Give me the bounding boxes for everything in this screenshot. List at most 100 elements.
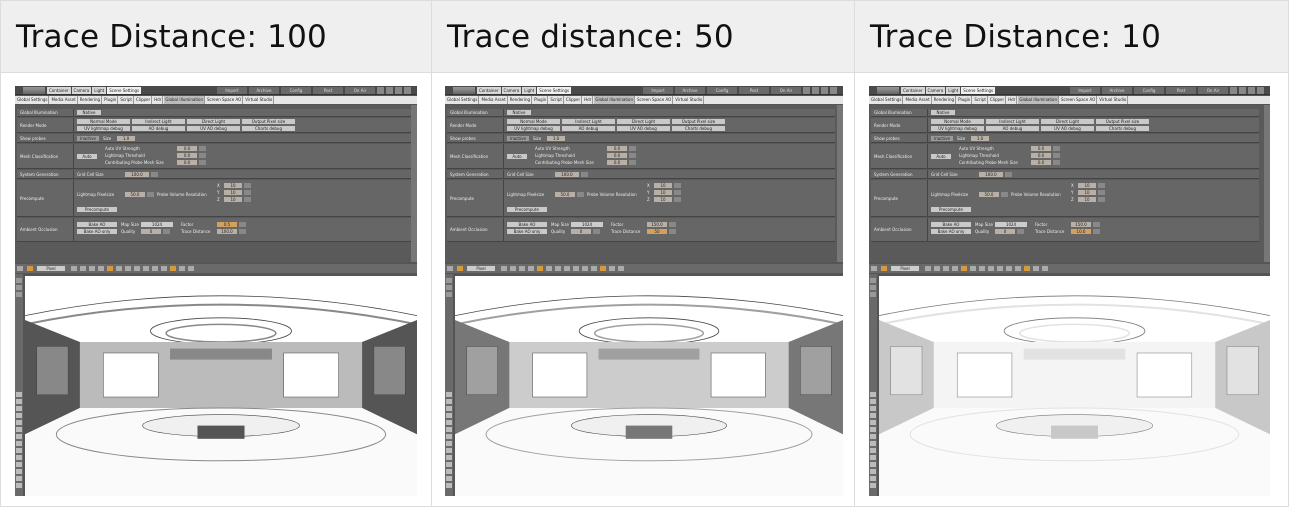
toolbar-tool-icon[interactable] bbox=[555, 266, 561, 271]
top-button[interactable]: Post bbox=[739, 87, 769, 94]
side-tool-icon[interactable] bbox=[870, 420, 876, 425]
side-tool-icon[interactable] bbox=[870, 399, 876, 404]
top-button[interactable]: On Air bbox=[1198, 87, 1228, 94]
render-mode-button[interactable]: Normal Mode bbox=[931, 119, 984, 124]
settings-tab[interactable]: Media Asset bbox=[904, 96, 932, 104]
render-mode-button[interactable]: Charts debug bbox=[672, 126, 725, 131]
window-control-icon[interactable] bbox=[1248, 87, 1255, 94]
mesh-field[interactable]: 0.0 bbox=[177, 160, 197, 165]
window-control-icon[interactable] bbox=[830, 87, 837, 94]
side-tool-icon[interactable] bbox=[870, 469, 876, 474]
top-tab[interactable]: Scene Settings bbox=[537, 87, 572, 94]
toolbar-tool-icon[interactable] bbox=[979, 266, 985, 271]
settings-tab[interactable]: Plugin bbox=[103, 96, 119, 104]
camera-icon[interactable] bbox=[881, 266, 887, 271]
toolbar-tool-icon[interactable] bbox=[970, 266, 976, 271]
spinner-icon[interactable] bbox=[163, 229, 170, 234]
panel-scrollbar[interactable] bbox=[411, 105, 417, 262]
render-mode-button[interactable]: AO debug bbox=[562, 126, 615, 131]
side-tool-icon[interactable] bbox=[870, 413, 876, 418]
side-tool-icon[interactable] bbox=[16, 441, 22, 446]
side-tool-icon[interactable] bbox=[870, 285, 876, 290]
axis-field[interactable]: 10 bbox=[654, 197, 672, 202]
spinner-icon[interactable] bbox=[1098, 183, 1105, 188]
window-control-icon[interactable] bbox=[395, 87, 402, 94]
toolbar-tool-icon[interactable] bbox=[591, 266, 597, 271]
side-tool-icon[interactable] bbox=[16, 476, 22, 481]
top-tab[interactable]: Light bbox=[522, 87, 537, 94]
toolbar-tool-icon[interactable] bbox=[143, 266, 149, 271]
mesh-auto-button[interactable]: Auto bbox=[507, 154, 527, 159]
axis-field[interactable]: 10 bbox=[224, 197, 242, 202]
bake-ao-button[interactable]: Bake AO bbox=[77, 222, 117, 227]
spinner-icon[interactable] bbox=[199, 146, 206, 151]
toolbar-tool-icon[interactable] bbox=[1033, 266, 1039, 271]
toolbar-tool-icon[interactable] bbox=[537, 266, 543, 271]
grid-cell-field[interactable]: 100.0 bbox=[555, 172, 579, 177]
spinner-icon[interactable] bbox=[629, 146, 636, 151]
toolbar-tool-icon[interactable] bbox=[997, 266, 1003, 271]
toolbar-grip-icon[interactable] bbox=[871, 266, 877, 271]
window-control-icon[interactable] bbox=[821, 87, 828, 94]
bake-ao-only-button[interactable]: Bake AO only bbox=[931, 229, 971, 234]
side-tool-icon[interactable] bbox=[16, 413, 22, 418]
side-tool-icon[interactable] bbox=[446, 462, 452, 467]
side-tool-icon[interactable] bbox=[16, 448, 22, 453]
axis-field[interactable]: 10 bbox=[1078, 183, 1096, 188]
top-tab[interactable]: Scene Settings bbox=[961, 87, 996, 94]
top-button[interactable]: On Air bbox=[771, 87, 801, 94]
toolbar-tool-icon[interactable] bbox=[519, 266, 525, 271]
spinner-icon[interactable] bbox=[581, 172, 588, 177]
factor-field[interactable]: 0.5 bbox=[217, 222, 237, 227]
side-tool-icon[interactable] bbox=[870, 476, 876, 481]
panel-scrollbar[interactable] bbox=[837, 105, 843, 262]
settings-tab[interactable]: Plugin bbox=[533, 96, 549, 104]
top-tab[interactable]: Camera bbox=[71, 87, 92, 94]
spinner-icon[interactable] bbox=[669, 229, 676, 234]
toolbar-tool-icon[interactable] bbox=[618, 266, 624, 271]
toolbar-tool-icon[interactable] bbox=[125, 266, 131, 271]
spinner-icon[interactable] bbox=[1053, 160, 1060, 165]
side-tool-icon[interactable] bbox=[16, 420, 22, 425]
mesh-field[interactable]: 0.0 bbox=[1031, 153, 1051, 158]
side-tool-icon[interactable] bbox=[446, 434, 452, 439]
top-tab[interactable]: Camera bbox=[501, 87, 522, 94]
bake-ao-only-button[interactable]: Bake AO only bbox=[77, 229, 117, 234]
toolbar-tool-icon[interactable] bbox=[600, 266, 606, 271]
side-tool-icon[interactable] bbox=[446, 427, 452, 432]
axis-field[interactable]: 10 bbox=[1078, 197, 1096, 202]
toolbar-tool-icon[interactable] bbox=[1006, 266, 1012, 271]
pixel-selector[interactable]: Pixel bbox=[891, 266, 919, 271]
side-tool-icon[interactable] bbox=[16, 278, 22, 283]
toolbar-tool-icon[interactable] bbox=[80, 266, 86, 271]
gi-mode-button[interactable]: Native bbox=[507, 110, 531, 115]
side-tool-icon[interactable] bbox=[16, 469, 22, 474]
pixelsize-field[interactable]: 50.0 bbox=[555, 192, 575, 197]
size-field[interactable]: 1.0 bbox=[547, 136, 565, 141]
axis-field[interactable]: 10 bbox=[224, 190, 242, 195]
window-control-icon[interactable] bbox=[1257, 87, 1264, 94]
side-tool-icon[interactable] bbox=[870, 434, 876, 439]
top-button[interactable]: Post bbox=[1166, 87, 1196, 94]
toolbar-tool-icon[interactable] bbox=[501, 266, 507, 271]
spinner-icon[interactable] bbox=[1098, 197, 1105, 202]
render-mode-button[interactable]: Normal Mode bbox=[77, 119, 130, 124]
settings-tab[interactable]: Global Settings bbox=[446, 96, 480, 104]
toolbar-tool-icon[interactable] bbox=[71, 266, 77, 271]
toolbar-tool-icon[interactable] bbox=[152, 266, 158, 271]
settings-tab[interactable]: Global Settings bbox=[16, 96, 50, 104]
toolbar-tool-icon[interactable] bbox=[116, 266, 122, 271]
top-button[interactable]: Config bbox=[707, 87, 737, 94]
toolbar-tool-icon[interactable] bbox=[89, 266, 95, 271]
mesh-field[interactable]: 0.0 bbox=[1031, 160, 1051, 165]
quality-field[interactable]: 0 bbox=[141, 229, 161, 234]
map-size-field[interactable]: 1024 bbox=[995, 222, 1027, 227]
side-tool-icon[interactable] bbox=[16, 406, 22, 411]
mesh-field[interactable]: 0.0 bbox=[607, 146, 627, 151]
spinner-icon[interactable] bbox=[1053, 153, 1060, 158]
toolbar-tool-icon[interactable] bbox=[179, 266, 185, 271]
spinner-icon[interactable] bbox=[577, 192, 584, 197]
settings-tab[interactable]: Rendering bbox=[79, 96, 103, 104]
top-tab[interactable]: Container bbox=[477, 87, 501, 94]
side-tool-icon[interactable] bbox=[446, 448, 452, 453]
